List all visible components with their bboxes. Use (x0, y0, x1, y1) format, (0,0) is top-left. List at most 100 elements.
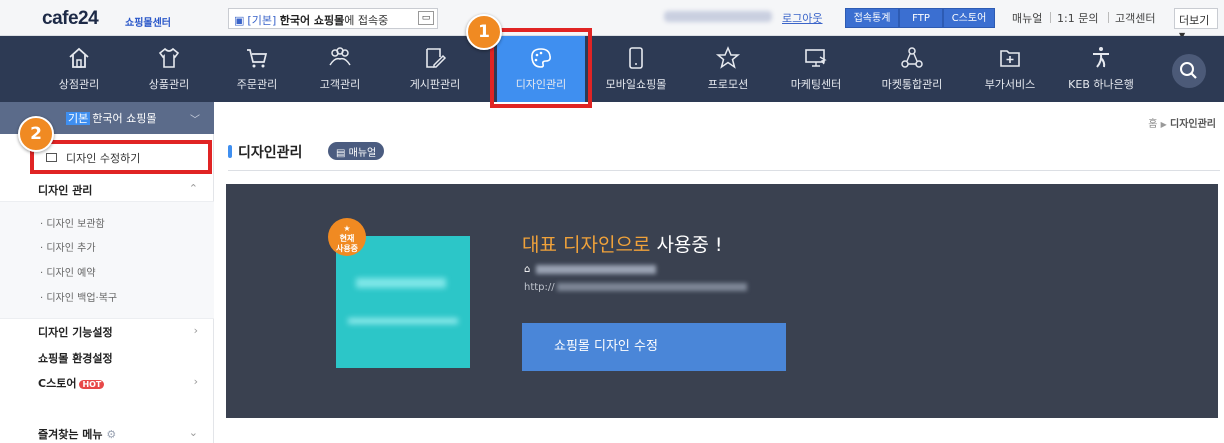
page-title: 디자인관리 (228, 142, 302, 162)
rep-highlight: 대표 디자인으로 (522, 234, 651, 256)
nav-mobile[interactable]: 모바일쇼핑몰 (596, 36, 676, 102)
cstore-button[interactable]: C스토어 (943, 8, 995, 28)
shop-tag: [기본] (247, 14, 277, 27)
people-icon (329, 47, 351, 66)
thumbnail-blurred-text (348, 318, 458, 324)
step-badge-1: 1 (466, 14, 502, 50)
nav-label: 모바일쇼핑몰 (605, 78, 667, 91)
chevron-down-icon: ⌄ (188, 426, 198, 439)
sidebar-section-func[interactable]: 디자인 기능설정 › (0, 324, 214, 340)
home-icon: ⌂ (524, 264, 531, 275)
monitor-icon: ▣ (234, 14, 245, 27)
url-prefix: http:// (524, 282, 555, 293)
nav-marketing[interactable]: 마케팅센터 (776, 36, 856, 102)
shop-tag: 기본 (66, 112, 91, 125)
manual-button[interactable]: ▤ 매뉴얼 (328, 142, 385, 160)
section-label: C스토어 (38, 377, 77, 390)
shop-name-blurred (536, 264, 657, 274)
pc-view-icon[interactable]: ▭ (418, 11, 434, 25)
nav-promotion[interactable]: 프로모션 (693, 36, 763, 102)
chevron-right-icon: › (193, 375, 198, 388)
shop-suffix: 에 접속중 (344, 14, 389, 27)
section-label: 쇼핑몰 환경설정 (38, 352, 113, 365)
current-badge-line2: 사용중 (335, 244, 359, 253)
section-label: 즐겨찾는 메뉴 (38, 428, 103, 441)
rep-rest: 사용중 ! (650, 234, 723, 256)
nav-customers[interactable]: 고객관리 (305, 36, 375, 102)
nav-label: 마케팅센터 (790, 78, 842, 91)
current-badge-line1: 현재 (339, 234, 355, 243)
sidebar-item-archive[interactable]: · 디자인 보관함 (0, 215, 214, 230)
breadcrumb-home[interactable]: 홈 (1148, 119, 1157, 130)
shop-url-blurred (556, 283, 747, 291)
manual-label: 매뉴얼 (348, 148, 377, 159)
logout-link[interactable]: 로그아웃 (782, 10, 822, 26)
app-root: cafe24 쇼핑몰센터 ▣ [기본] 한국어 쇼핑몰에 접속중 ▭ 로그아웃 접… (0, 0, 1224, 443)
plus-box-icon (1000, 50, 1020, 67)
document-icon (46, 153, 57, 162)
nav-label: 주문관리 (236, 78, 278, 91)
nav-market[interactable]: 마켓통합관리 (866, 36, 958, 102)
ftp-button[interactable]: FTP (899, 8, 943, 28)
chevron-down-icon: ﹀ (190, 115, 200, 126)
main-nav: 상점관리 상품관리 주문관리 고객관리 게시판관리 디자인관리 모바일쇼핑몰 프… (0, 36, 1224, 102)
manual-link[interactable]: 매뉴얼 (1012, 10, 1042, 26)
hot-badge: HOT (79, 380, 105, 389)
search-icon (1180, 62, 1197, 79)
sidebar-section-env[interactable]: 쇼핑몰 환경설정 (0, 350, 214, 366)
gear-icon[interactable]: ⚙ (106, 428, 116, 441)
helpdesk-link[interactable]: 고객센터 (1115, 10, 1155, 26)
user-id-blurred (664, 11, 772, 22)
breadcrumb-current: 디자인관리 (1170, 119, 1216, 130)
sidebar-item-backup[interactable]: · 디자인 백업·복구 (0, 289, 214, 304)
breadcrumb: 홈 ▶ 디자인관리 (1148, 115, 1216, 130)
stats-button[interactable]: 접속통계 (845, 8, 899, 28)
sidebar: 기본 한국어 쇼핑몰 ﹀ 디자인 수정하기 디자인 관리 ⌃ · 디자인 보관함 … (0, 102, 214, 443)
divider (1050, 12, 1051, 23)
more-dropdown[interactable]: 더보기 ▼ (1174, 8, 1218, 40)
sidebar-item-reserve[interactable]: · 디자인 예약 (0, 264, 214, 279)
chevron-right-icon: ▶ (1160, 120, 1167, 129)
bank-icon (1093, 47, 1109, 68)
title-marker (228, 145, 232, 158)
cafe24-logo[interactable]: cafe24 (42, 8, 99, 30)
star-icon (715, 46, 741, 69)
home-icon (69, 47, 89, 68)
sidebar-section-design[interactable]: 디자인 관리 ⌃ (0, 182, 214, 198)
network-icon (901, 47, 923, 68)
page-title-text: 디자인관리 (238, 145, 303, 161)
mobile-icon (629, 47, 643, 69)
section-label: 디자인 기능설정 (38, 326, 113, 339)
nav-bank[interactable]: KEB 하나은행 (1056, 36, 1146, 102)
shop-selector[interactable]: ▣ [기본] 한국어 쇼핑몰에 접속중 ▭ (228, 8, 438, 29)
title-divider (228, 170, 1220, 171)
more-label: 더보기 (1179, 14, 1210, 27)
nav-addon[interactable]: 부가서비스 (970, 36, 1050, 102)
sidebar-section-cstore[interactable]: C스토어 HOT › (0, 375, 214, 391)
top-bar: cafe24 쇼핑몰센터 ▣ [기본] 한국어 쇼핑몰에 접속중 ▭ 로그아웃 접… (0, 0, 1224, 40)
divider (1108, 12, 1109, 23)
nav-board[interactable]: 게시판관리 (395, 36, 475, 102)
inquiry-link[interactable]: 1:1 문의 (1057, 10, 1098, 26)
step-badge-2: 2 (18, 116, 54, 152)
sidebar-favorites[interactable]: 즐겨찾는 메뉴 ⚙ ⌄ (0, 426, 214, 442)
nav-label: 상점관리 (58, 78, 100, 91)
nav-orders[interactable]: 주문관리 (222, 36, 292, 102)
nav-products[interactable]: 상품관리 (134, 36, 204, 102)
nav-label: 고객관리 (319, 78, 361, 91)
nav-label: 상품관리 (148, 78, 190, 91)
search-button[interactable] (1172, 54, 1206, 88)
design-edit-button[interactable]: 디자인 수정하기 (30, 140, 212, 174)
shop-design-edit-button[interactable]: 쇼핑몰 디자인 수정 (522, 323, 786, 371)
shirt-icon (158, 47, 180, 68)
nav-label: 마켓통합관리 (881, 78, 943, 91)
nav-store[interactable]: 상점관리 (44, 36, 114, 102)
nav-label: KEB 하나은행 (1068, 78, 1134, 91)
shop-name: 한국어 쇼핑몰 (92, 112, 157, 125)
monitor-icon (805, 49, 827, 67)
sidebar-item-add[interactable]: · 디자인 추가 (0, 239, 214, 254)
design-thumbnail (336, 236, 470, 368)
logo-subtitle: 쇼핑몰센터 (125, 18, 171, 29)
nav-label: 부가서비스 (984, 78, 1036, 91)
star-icon: ★ (343, 224, 351, 233)
